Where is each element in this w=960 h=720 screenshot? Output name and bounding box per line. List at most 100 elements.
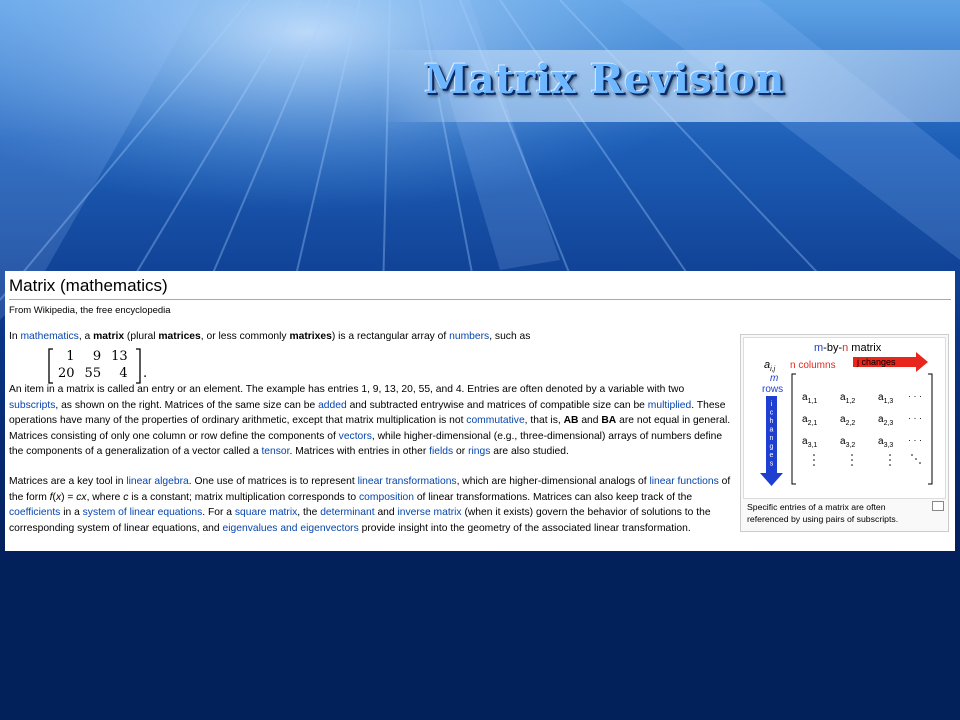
- right-bracket: [928, 373, 933, 485]
- diagram-entry: a2,2: [840, 414, 855, 427]
- link-coefficients[interactable]: coefficients: [9, 507, 60, 518]
- link-mathematics[interactable]: mathematics: [20, 331, 78, 342]
- matrix-table: 1 9 13 20 55 4: [53, 348, 133, 382]
- matrix-period: .: [143, 366, 148, 381]
- text: , such as: [489, 331, 531, 342]
- figure-thumbnail: m-by-n matrix ai,j n columns j changes m…: [740, 334, 949, 532]
- text: . Matrices with entries in other: [289, 446, 430, 458]
- matrix-entry: 13: [111, 349, 128, 364]
- link-fields[interactable]: fields: [429, 446, 453, 457]
- text: , where: [86, 491, 124, 503]
- bold-term: BA: [601, 415, 617, 427]
- link-linear-functions[interactable]: linear functions: [649, 476, 718, 487]
- text: An item in a matrix is called an entry o…: [9, 384, 685, 395]
- bold-term: matrix: [93, 331, 125, 342]
- bold-term: matrixes: [289, 331, 332, 342]
- text: Matrices are a key tool in: [9, 476, 127, 487]
- example-matrix: 1 9 13 20 55 4 .: [47, 346, 157, 386]
- i-changes-letter: h: [770, 418, 774, 425]
- text: is a constant; matrix multiplication cor…: [128, 491, 360, 503]
- matrix-diagram: m-by-n matrix ai,j n columns j changes m…: [760, 342, 933, 486]
- entries-paragraph: An item in a matrix is called an entry o…: [9, 382, 731, 460]
- m-label: m: [814, 342, 823, 354]
- link-multiplied[interactable]: multiplied: [648, 400, 692, 411]
- n-columns-label: n columns: [790, 360, 836, 371]
- matrix-entry: 1: [66, 349, 75, 364]
- matrix-entry: 55: [84, 366, 102, 381]
- text: In: [9, 331, 21, 342]
- i-changes-letter: c: [770, 410, 774, 417]
- link-numbers[interactable]: numbers: [449, 331, 489, 342]
- link-system-of-linear-equations[interactable]: system of linear equations: [83, 507, 203, 518]
- text: . One use of matrices is to represent: [188, 476, 358, 487]
- link-determinant[interactable]: determinant: [320, 507, 374, 518]
- diagram-entry: a2,3: [878, 414, 893, 427]
- i-changes-letter: g: [770, 444, 774, 451]
- by-label: -by-: [823, 342, 842, 354]
- link-square-matrix[interactable]: square matrix: [235, 507, 297, 518]
- link-rings[interactable]: rings: [468, 446, 490, 457]
- italic-var: cx: [76, 491, 87, 503]
- link-commutative[interactable]: commutative: [466, 415, 524, 426]
- link-subscripts[interactable]: subscripts: [9, 400, 55, 411]
- figure-image[interactable]: m-by-n matrix ai,j n columns j changes m…: [743, 337, 946, 499]
- matrix-word: matrix: [848, 342, 882, 354]
- i-changes-label: ichanges: [770, 401, 774, 468]
- diagram-entry: a3,1: [802, 436, 817, 449]
- link-added[interactable]: added: [318, 400, 347, 411]
- text: , which are higher-dimensional analogs o…: [456, 476, 650, 487]
- matrix-entry: 20: [58, 366, 75, 381]
- matrix-entry: 4: [119, 366, 128, 381]
- article-title: Matrix (mathematics): [9, 276, 168, 295]
- diagram-title: m-by-n matrix: [814, 342, 882, 354]
- text: and: [578, 415, 602, 427]
- link-composition[interactable]: composition: [359, 492, 414, 503]
- diagram-entries: a1,1 a1,2 a1,3 a2,1 a2,2 a2,3 a3,1 a3,2 a3,3 · · …: [802, 391, 922, 449]
- figure-caption: Specific entries of a matrix are often r…: [747, 502, 899, 524]
- text: are also studied.: [490, 446, 569, 458]
- link-linear-algebra[interactable]: linear algebra: [126, 476, 188, 487]
- enlarge-icon[interactable]: [932, 501, 944, 511]
- i-changes-letter: e: [770, 452, 774, 459]
- wikipedia-screenshot: Matrix (mathematics) From Wikipedia, the…: [5, 271, 955, 551]
- i-changes-letter: n: [770, 435, 774, 442]
- text: and subtracted entrywise and matrices of…: [346, 399, 648, 411]
- hdots: · · ·: [908, 391, 922, 401]
- hdots: · · ·: [908, 435, 922, 445]
- intro-paragraph: In mathematics, a matrix (plural matrice…: [9, 329, 731, 345]
- link-inverse-matrix[interactable]: inverse matrix: [397, 507, 461, 518]
- article-source: From Wikipedia, the free encyclopedia: [9, 305, 171, 316]
- hdots: · · ·: [908, 413, 922, 423]
- diagram-entry: a1,1: [802, 392, 817, 405]
- diagram-entry: a1,3: [878, 392, 893, 405]
- m-rows-m: m: [770, 373, 778, 384]
- link-eigenvalues-and-eigenvectors[interactable]: eigenvalues and eigenvectors: [223, 523, 359, 534]
- link-linear-transformations[interactable]: linear transformations: [358, 476, 457, 487]
- slide-title: Matrix Revision: [424, 56, 785, 103]
- aij-label: ai,j: [764, 359, 776, 373]
- matrix-entry: 9: [92, 349, 102, 364]
- link-tensor[interactable]: tensor: [261, 446, 289, 457]
- i-changes-letter: a: [770, 427, 774, 434]
- text: in a: [60, 507, 83, 519]
- uses-paragraph: Matrices are a key tool in linear algebr…: [9, 474, 731, 536]
- text: . For a: [202, 507, 235, 519]
- diagram-entry: a2,1: [802, 414, 817, 427]
- text: and: [374, 507, 398, 519]
- dots: [813, 454, 921, 466]
- text: ) is a rectangular array of: [331, 331, 450, 342]
- aij-sub: i,j: [770, 366, 776, 373]
- text: or: [453, 446, 469, 458]
- diagram-entry: a3,2: [840, 436, 855, 449]
- text: of linear transformations. Matrices can …: [413, 491, 693, 503]
- left-bracket: [791, 373, 796, 485]
- text: , that is,: [524, 415, 564, 427]
- text: , as shown on the right. Matrices of the…: [55, 399, 319, 411]
- text: ) =: [61, 491, 77, 503]
- link-vectors[interactable]: vectors: [339, 431, 372, 442]
- text: , a: [78, 331, 94, 342]
- title-divider: [9, 299, 951, 300]
- text: , the: [297, 507, 321, 519]
- j-changes-label: j changes: [856, 357, 896, 367]
- diagram-entry: a1,2: [840, 392, 855, 405]
